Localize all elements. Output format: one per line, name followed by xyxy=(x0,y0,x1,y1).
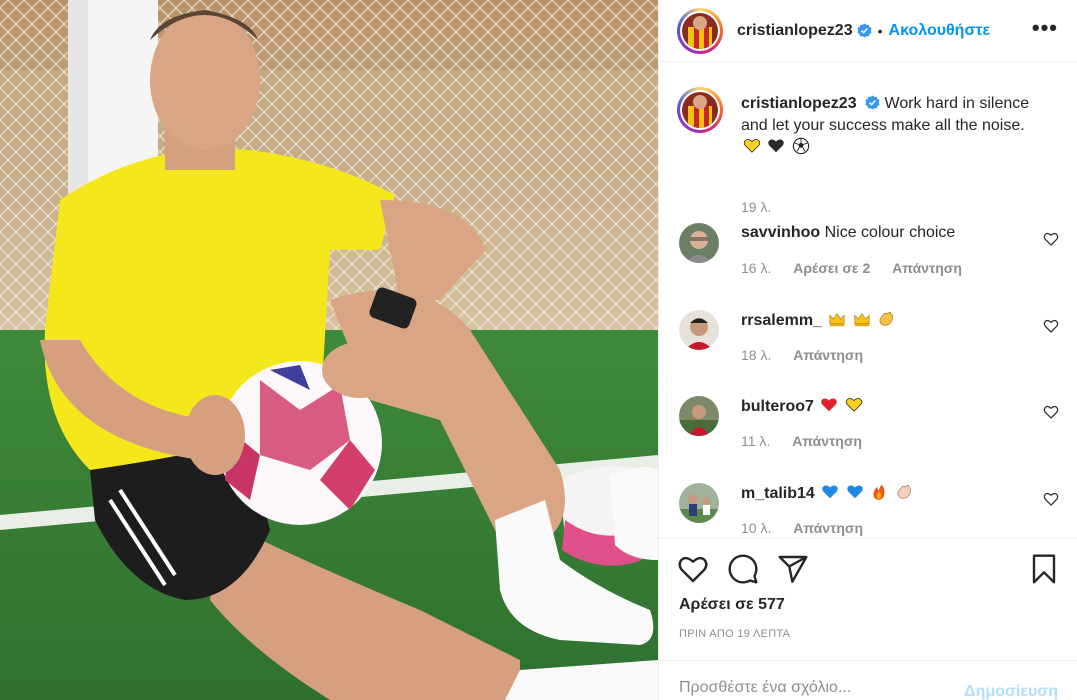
verified-badge-icon xyxy=(865,95,880,110)
caption-username[interactable]: cristianlopez23 xyxy=(741,95,857,112)
clap-icon xyxy=(879,311,894,326)
comment-like-heart-icon[interactable] xyxy=(1043,404,1059,420)
comment-text-block: rrsalemm_ xyxy=(741,310,1021,331)
reply-button[interactable]: Απάντηση xyxy=(892,260,962,276)
follow-button[interactable]: Ακολουθήστε xyxy=(889,22,991,40)
author-username[interactable]: cristianlopez23 xyxy=(737,22,853,40)
comment-input[interactable] xyxy=(679,679,949,697)
comment-time[interactable]: 16 λ. xyxy=(741,260,771,276)
comment-icon[interactable] xyxy=(727,553,759,585)
commenter-username[interactable]: m_talib14 xyxy=(741,485,815,502)
caption-text-block: cristianlopez23 Work hard in silence and… xyxy=(741,93,1041,159)
clap-icon xyxy=(897,484,911,499)
add-comment-bar: Δημοσίευση xyxy=(659,660,1077,700)
comment-text-block: bulteroo7 xyxy=(741,396,1021,417)
comment-time[interactable]: 11 λ. xyxy=(741,433,770,449)
comment-like-heart-icon[interactable] xyxy=(1043,491,1059,507)
comment-item: m_talib14 10 λ. Απάντηση xyxy=(677,483,1061,538)
comment-time[interactable]: 10 λ. xyxy=(741,520,771,536)
post-photo[interactable] xyxy=(0,0,658,700)
crown-icon xyxy=(854,312,870,327)
red-heart-icon xyxy=(821,398,838,412)
post-header: cristianlopez23 • Ακολουθήστε ••• xyxy=(659,0,1077,62)
separator-dot: • xyxy=(877,22,883,39)
commenter-avatar[interactable] xyxy=(679,483,719,523)
comment-item: rrsalemm_ 18 λ. Απάντηση xyxy=(677,310,1061,380)
comment-text-block: savvinhoo Nice colour choice xyxy=(741,223,1021,243)
header-name-row: cristianlopez23 • Ακολουθήστε xyxy=(737,22,990,40)
comment-meta: 16 λ. Αρέσει σε 2 Απάντηση xyxy=(741,260,980,276)
comments-list[interactable]: cristianlopez23 Work hard in silence and… xyxy=(659,63,1077,538)
comment-like-heart-icon[interactable] xyxy=(1043,318,1059,334)
publish-button[interactable]: Δημοσίευση xyxy=(964,683,1058,700)
black-heart-icon xyxy=(768,139,785,153)
post-actions: Αρέσει σε 577 ΠΡΙΝ ΑΠΟ 19 ΛΕΠΤΑ xyxy=(659,538,1077,648)
yellow-heart-icon xyxy=(743,139,761,153)
reply-button[interactable]: Απάντηση xyxy=(793,347,863,363)
commenter-username[interactable]: savvinhoo xyxy=(741,224,820,241)
commenter-avatar[interactable] xyxy=(679,310,719,350)
verified-badge-icon xyxy=(857,23,872,38)
comment-time[interactable]: 18 λ. xyxy=(741,347,771,363)
comment-meta: 18 λ. Απάντηση xyxy=(741,347,881,363)
commenter-username[interactable]: bulteroo7 xyxy=(741,398,814,415)
commenter-avatar[interactable] xyxy=(679,223,719,263)
comment-likes[interactable]: Αρέσει σε 2 xyxy=(793,260,870,276)
soccer-ball-icon xyxy=(792,137,810,155)
comment-item: bulteroo7 11 λ. Απάντηση xyxy=(677,396,1061,466)
heart-icon[interactable] xyxy=(677,553,709,585)
post-timestamp[interactable]: ΠΡΙΝ ΑΠΟ 19 ΛΕΠΤΑ xyxy=(679,628,790,640)
fire-icon xyxy=(873,484,885,501)
reply-button[interactable]: Απάντηση xyxy=(792,433,862,449)
commenter-avatar[interactable] xyxy=(679,396,719,436)
comment-item: savvinhoo Nice colour choice 16 λ. Αρέσε… xyxy=(677,223,1061,293)
crown-icon xyxy=(829,312,845,327)
comment-meta: 10 λ. Απάντηση xyxy=(741,520,881,536)
commenter-username[interactable]: rrsalemm_ xyxy=(741,312,822,329)
comment-text: Nice colour choice xyxy=(824,224,956,241)
author-avatar[interactable] xyxy=(677,7,723,54)
more-options-icon[interactable]: ••• xyxy=(1032,15,1058,41)
bookmark-icon[interactable] xyxy=(1028,553,1060,585)
blue-heart-icon xyxy=(822,485,839,499)
comment-like-heart-icon[interactable] xyxy=(1043,231,1059,247)
comment-meta: 11 λ. Απάντηση xyxy=(741,433,880,449)
likes-count[interactable]: Αρέσει σε 577 xyxy=(679,596,785,614)
yellow-heart-icon xyxy=(845,398,862,412)
blue-heart-icon xyxy=(846,485,863,499)
send-icon[interactable] xyxy=(777,553,809,585)
reply-button[interactable]: Απάντηση xyxy=(793,520,863,536)
comment-text-block: m_talib14 xyxy=(741,483,1021,504)
caption-avatar[interactable] xyxy=(677,87,723,133)
caption-timestamp[interactable]: 19 λ. xyxy=(741,199,771,215)
post-side-panel: cristianlopez23 • Ακολουθήστε ••• cristi… xyxy=(658,0,1077,700)
